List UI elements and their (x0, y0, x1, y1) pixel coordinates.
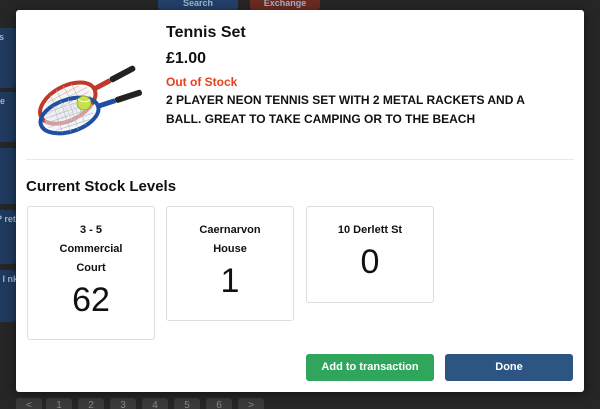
bg-page-button: 5 (174, 398, 200, 409)
bg-page-next: > (238, 398, 264, 409)
stock-card: Caernarvon House 1 (166, 206, 294, 321)
done-button[interactable]: Done (445, 354, 573, 381)
bg-page-prev: < (16, 398, 42, 409)
stock-card: 10 Derlett St 0 (306, 206, 434, 303)
bg-page-button: 6 (206, 398, 232, 409)
product-info: Tennis Set £1.00 Out of Stock 2 PLAYER N… (166, 23, 566, 129)
stock-status-label: Out of Stock (166, 75, 238, 89)
divider (26, 159, 574, 160)
stock-levels-heading: Current Stock Levels (26, 178, 177, 195)
stock-location-name: Caernarvon House (199, 224, 261, 255)
bg-page-button: 2 (78, 398, 104, 409)
product-description: 2 PLAYER NEON TENNIS SET WITH 2 METAL RA… (166, 93, 525, 126)
bg-page-button: 1 (46, 398, 72, 409)
bg-category-tab: sh (0, 148, 16, 204)
product-price: £1.00 (166, 50, 207, 67)
tennis-rackets-image (38, 65, 143, 136)
bg-exchange-button: Exchange (250, 0, 320, 10)
stock-count: 1 (220, 262, 240, 300)
bg-category-tab: ams (0, 28, 16, 88)
stock-card: 3 - 5 Commercial Court 62 (27, 206, 155, 340)
stock-location-name: 10 Derlett St (337, 224, 403, 236)
stock-location-name: 3 - 5 Commercial Court (59, 224, 123, 274)
stock-count: 0 (360, 243, 380, 281)
bg-category-tab: rtise (0, 92, 16, 142)
bg-category-tab: s & I nks (0, 270, 16, 322)
product-title: Tennis Set (166, 24, 246, 41)
bg-page-button: 3 (110, 398, 136, 409)
bg-search-button: Search (158, 0, 238, 10)
add-to-transaction-button[interactable]: Add to transaction (306, 354, 434, 381)
bg-category-tab: s, P retai (0, 210, 16, 264)
bg-page-button: 4 (142, 398, 168, 409)
stock-count: 62 (72, 281, 110, 319)
product-detail-modal: Tennis Set £1.00 Out of Stock 2 PLAYER N… (16, 10, 584, 392)
